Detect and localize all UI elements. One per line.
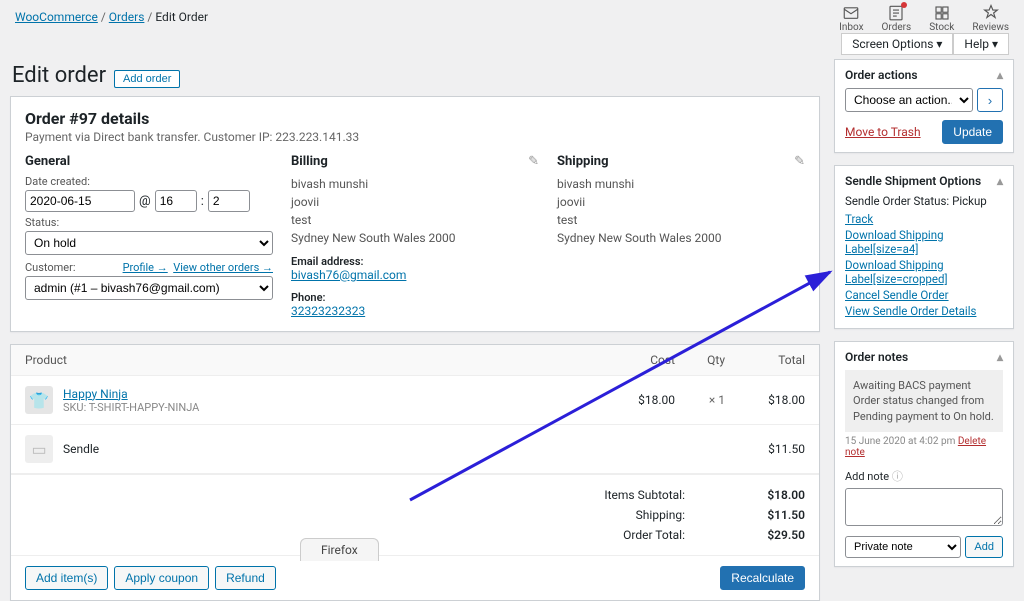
product-thumb-icon: 👕 [25,386,53,414]
col-qty: Qty [675,353,725,367]
apply-coupon-button[interactable]: Apply coupon [114,566,209,590]
collapse-icon[interactable]: ▴ [997,350,1003,364]
at-symbol: @ [139,194,151,209]
notes-title: Order notes [845,350,908,364]
move-to-trash-link[interactable]: Move to Trash [845,125,921,139]
shipping-heading: Shipping [557,154,805,169]
page-title: Edit order [12,63,106,88]
view-sendle-link[interactable]: View Sendle Order Details [845,304,1003,318]
col-product: Product [25,353,595,367]
subtotal-value: $18.00 [745,488,805,502]
breadcrumb: WooCommerce/Orders/Edit Order [15,4,208,24]
download-cropped-link[interactable]: Download Shipping Label[size=cropped] [845,258,1003,286]
note-type-select[interactable]: Private note [845,536,961,558]
email-link[interactable]: bivash76@gmail.com [291,268,406,282]
shipping-address: bivash munshi joovii test Sydney New Sou… [557,175,805,247]
email-label: Email address: [291,255,539,268]
collapse-icon[interactable]: ▴ [997,174,1003,188]
subtotal-label: Items Subtotal: [565,488,685,502]
add-items-button[interactable]: Add item(s) [25,566,108,590]
sendle-status: Sendle Order Status: Pickup [845,194,1003,208]
reviews-icon[interactable]: Reviews [972,4,1009,33]
items-panel: Product Cost Qty Total 👕 Happy NinjaSKU:… [10,344,820,601]
ordertotal-label: Order Total: [565,528,685,542]
add-note-button[interactable]: Add [965,536,1003,558]
shipping-name: Sendle [63,442,595,456]
shipping-label: Shipping: [565,508,685,522]
breadcrumb-root[interactable]: WooCommerce [15,10,98,24]
download-a4-link[interactable]: Download Shipping Label[size=a4] [845,228,1003,256]
help-tab[interactable]: Help ▾ [953,33,1009,55]
sendle-panel: Sendle Shipment Options ▴ Sendle Order St… [834,165,1014,329]
firefox-tab[interactable]: Firefox [300,538,379,561]
order-actions-panel: Order actions ▴ Choose an action... › Mov… [834,59,1014,153]
update-button[interactable]: Update [942,120,1003,144]
col-total: Total [725,353,805,367]
status-label: Status: [25,216,273,229]
add-order-button[interactable]: Add order [114,70,180,88]
phone-label: Phone: [291,291,539,304]
breadcrumb-orders[interactable]: Orders [109,10,145,24]
item-cost: $18.00 [595,393,675,407]
help-icon[interactable]: ⓘ [892,470,903,483]
sendle-title: Sendle Shipment Options [845,174,981,188]
note-textarea[interactable] [845,488,1003,526]
cancel-sendle-link[interactable]: Cancel Sendle Order [845,288,1003,302]
collapse-icon[interactable]: ▴ [997,68,1003,82]
stock-icon[interactable]: Stock [929,4,954,33]
order-sub: Payment via Direct bank transfer. Custom… [25,130,805,144]
date-label: Date created: [25,175,273,188]
ordertotal-value: $29.50 [745,528,805,542]
item-total: $18.00 [725,393,805,407]
other-orders-link[interactable]: View other orders → [173,261,273,274]
item-qty: × 1 [675,393,725,407]
order-heading: Order #97 details [25,109,805,128]
refund-button[interactable]: Refund [215,566,276,590]
action-select[interactable]: Choose an action... [845,88,973,112]
shipping-icon: ▭ [25,435,53,463]
shipping-value: $11.50 [745,508,805,522]
phone-link[interactable]: 32323232323 [291,304,365,318]
breadcrumb-current: Edit Order [155,10,208,24]
billing-address: bivash munshi joovii test Sydney New Sou… [291,175,539,247]
screen-options-tab[interactable]: Screen Options ▾ [841,33,953,55]
customer-select[interactable]: admin (#1 – bivash76@gmail.com) [25,276,273,300]
profile-link[interactable]: Profile → [123,261,168,274]
hour-input[interactable] [155,190,197,212]
customer-label: Customer: [25,261,76,274]
billing-heading: Billing [291,154,539,169]
run-action-button[interactable]: › [977,88,1003,112]
shipping-row: ▭ Sendle $11.50 [11,425,819,474]
minute-input[interactable] [208,190,250,212]
date-input[interactable] [25,190,135,212]
shipping-total: $11.50 [725,442,805,456]
inbox-icon[interactable]: Inbox [839,4,863,33]
product-sku: SKU: T-SHIRT-HAPPY-NINJA [63,401,595,414]
orders-icon[interactable]: Orders [882,4,912,33]
col-cost: Cost [595,353,675,367]
note-content: Awaiting BACS payment Order status chang… [845,370,1003,432]
status-select[interactable]: On hold [25,231,273,255]
add-note-label: Add note ⓘ [845,468,1003,484]
order-notes-panel: Order notes ▴ Awaiting BACS payment Order… [834,341,1014,567]
item-row: 👕 Happy NinjaSKU: T-SHIRT-HAPPY-NINJA $1… [11,376,819,425]
general-heading: General [25,154,273,169]
order-details-panel: Order #97 details Payment via Direct ban… [10,96,820,332]
track-link[interactable]: Track [845,212,1003,226]
edit-shipping-icon[interactable]: ✎ [794,154,805,169]
edit-billing-icon[interactable]: ✎ [528,154,539,169]
product-link[interactable]: Happy Ninja [63,387,128,401]
note-date: 15 June 2020 at 4:02 pm [845,436,955,447]
recalculate-button[interactable]: Recalculate [720,566,805,590]
actions-title: Order actions [845,68,918,82]
